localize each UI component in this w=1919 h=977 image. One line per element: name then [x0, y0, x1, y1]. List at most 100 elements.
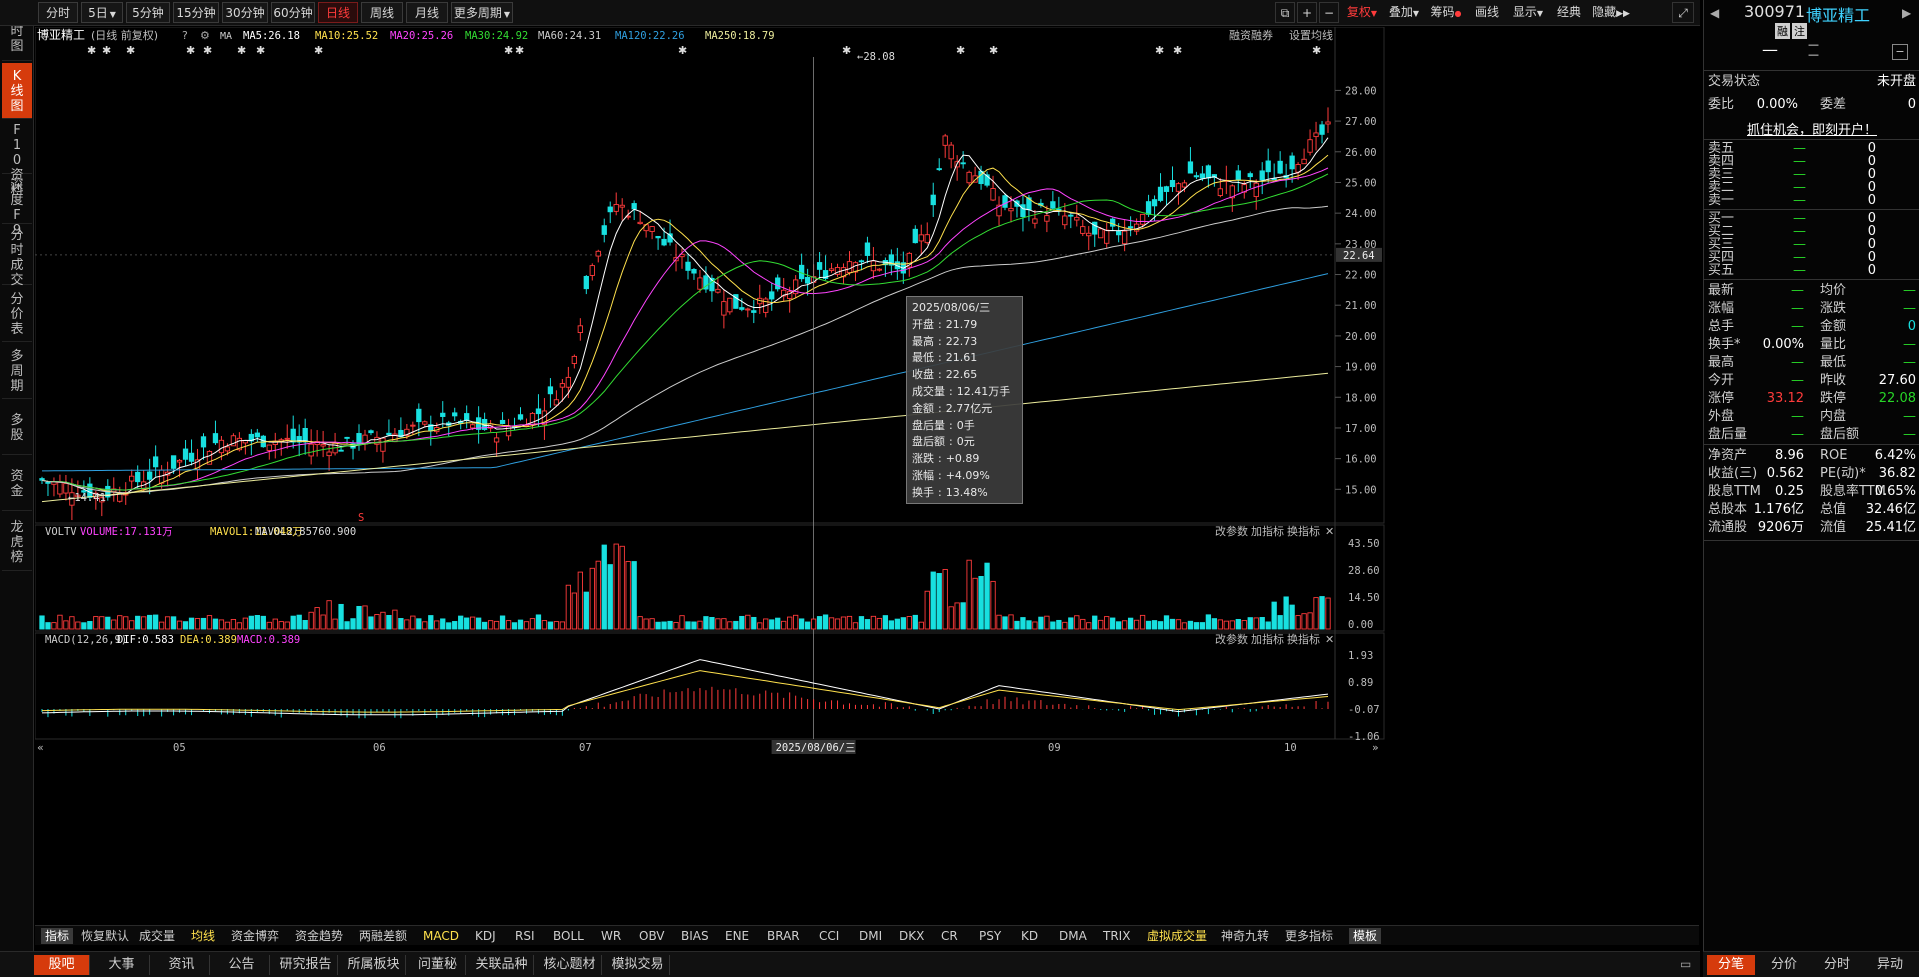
badge-margin: 融 — [1775, 23, 1790, 39]
left-tab-7[interactable]: 多股 — [2, 401, 32, 455]
tooltip-key: 收盘 — [912, 368, 934, 382]
indicator-2[interactable]: 成交量 — [139, 928, 175, 944]
indicator-18[interactable]: DKX — [899, 928, 924, 944]
bottom-tab-0[interactable]: 股吧 — [34, 955, 90, 975]
indicator-7[interactable]: MACD — [423, 928, 459, 944]
macd-title: MACD(12,26,9) — [45, 634, 127, 646]
bottom-tab-7[interactable]: 关联品种 — [470, 955, 534, 975]
tool-2[interactable]: 筹码● — [1426, 2, 1466, 23]
indicator-19[interactable]: CR — [941, 928, 958, 944]
quote-row: 外盘 — 内盘 — — [1708, 408, 1916, 425]
candle-up — [1044, 215, 1050, 222]
left-tab-1[interactable]: K线图 — [2, 63, 32, 119]
tool-5[interactable]: 经典 — [1550, 2, 1588, 23]
quote-tab-3[interactable]: 异动 — [1866, 955, 1914, 975]
candle-up — [966, 171, 972, 184]
tool-3[interactable]: 画线 — [1468, 2, 1506, 23]
indicator-10[interactable]: BOLL — [553, 928, 584, 944]
period-9[interactable]: 更多周期 ▼ — [451, 2, 513, 23]
bottom-tab-5[interactable]: 所属板块 — [342, 955, 406, 975]
bottom-tab-3[interactable]: 公告 — [214, 955, 270, 975]
macd-axis-label: 1.93 — [1348, 650, 1373, 662]
left-tab-9[interactable]: 龙虎榜 — [2, 513, 32, 571]
indicator-9[interactable]: RSI — [515, 928, 535, 944]
quote-label: 量比 — [1820, 337, 1847, 352]
period-7[interactable]: 周线 — [361, 2, 403, 23]
indicator-17[interactable]: DMI — [859, 928, 882, 944]
quote-value: 36.82 — [1878, 466, 1916, 481]
period-label: 分时 — [45, 6, 70, 20]
indicator-14[interactable]: ENE — [725, 928, 749, 944]
indicator-22[interactable]: DMA — [1059, 928, 1087, 944]
indicator-1[interactable]: 恢复默认 — [81, 928, 129, 944]
indicator-8[interactable]: KDJ — [475, 928, 496, 944]
bottom-tab-1[interactable]: 大事 — [94, 955, 150, 975]
period-6[interactable]: 日线 — [318, 2, 358, 23]
bottom-tab-9[interactable]: 模拟交易 — [606, 955, 670, 975]
candle-up — [266, 444, 272, 451]
volume-bar-up — [206, 615, 213, 630]
indicator-27[interactable]: 模板 — [1349, 928, 1382, 944]
next-stock-icon[interactable]: ▶ — [1902, 6, 1911, 20]
minus-icon[interactable]: − — [1319, 2, 1339, 23]
period-8[interactable]: 月线 — [406, 2, 448, 23]
copy-icon[interactable]: ⧉ — [1275, 2, 1295, 23]
quote-tab-2[interactable]: 分时 — [1813, 955, 1861, 975]
candle-down — [182, 448, 189, 460]
period-1[interactable]: 5日 ▼ — [81, 2, 123, 23]
indicator-5[interactable]: 资金趋势 — [295, 928, 343, 944]
volume-bar-down — [1319, 596, 1325, 630]
left-tab-4[interactable]: 分时成交 — [2, 226, 32, 288]
bottom-tab-2[interactable]: 资讯 — [154, 955, 210, 975]
bottom-tab-6[interactable]: 问董秘 — [410, 955, 466, 975]
period-3[interactable]: 15分钟 — [173, 2, 219, 23]
indicator-15[interactable]: BRAR — [767, 928, 800, 944]
fullscreen-icon[interactable]: ⤢ — [1672, 2, 1694, 23]
left-tab-5[interactable]: 分价表 — [2, 287, 32, 342]
indicator-13[interactable]: BIAS — [681, 928, 709, 944]
plus-icon[interactable]: + — [1297, 2, 1317, 23]
quote-row: 股息TTM 0.25 股息率TTM 0.65% — [1708, 483, 1916, 500]
indicator-26[interactable]: 更多指标 — [1285, 928, 1333, 944]
indicator-16[interactable]: CCI — [819, 928, 839, 944]
candle-down — [1050, 201, 1056, 209]
prev-stock-icon[interactable]: ◀ — [1710, 6, 1719, 20]
left-tab-3[interactable]: 深度F9 — [2, 176, 32, 238]
open-account-link[interactable]: 抓住机会，即刻开户！ — [1704, 119, 1919, 138]
expand-icon[interactable]: ▭ — [1680, 957, 1691, 971]
quote-tab-1[interactable]: 分价 — [1760, 955, 1808, 975]
collapse-icon[interactable]: − — [1892, 44, 1908, 60]
indicator-21[interactable]: KD — [1021, 928, 1038, 944]
candle-down — [440, 412, 446, 417]
indicator-20[interactable]: PSY — [979, 928, 1001, 944]
tool-4[interactable]: 显示▼ — [1508, 2, 1548, 23]
candle-up — [1313, 132, 1319, 138]
tool-0[interactable]: 复权▼ — [1342, 2, 1382, 23]
indicator-11[interactable]: WR — [601, 928, 621, 944]
volume-bar-down — [290, 615, 296, 630]
indicator-0[interactable]: 指标 — [41, 928, 74, 944]
indicator-23[interactable]: TRIX — [1103, 928, 1130, 944]
volume-bar-up — [571, 592, 577, 630]
left-tab-2[interactable]: F10资料 — [2, 121, 32, 198]
bottom-tab-4[interactable]: 研究报告 — [274, 955, 338, 975]
tool-6[interactable]: 隐藏▶▶ — [1590, 2, 1632, 23]
bottom-tab-8[interactable]: 核心题材 — [538, 955, 602, 975]
period-4[interactable]: 30分钟 — [222, 2, 268, 23]
period-0[interactable]: 分时 — [38, 2, 78, 23]
quote-tab-0[interactable]: 分笔 — [1707, 955, 1755, 975]
indicator-24[interactable]: 虚拟成交量 — [1147, 928, 1207, 944]
indicator-12[interactable]: OBV — [639, 928, 665, 944]
period-2[interactable]: 5分钟 — [126, 2, 170, 23]
left-tab-8[interactable]: 资金 — [2, 457, 32, 511]
indicator-6[interactable]: 两融差额 — [359, 928, 407, 944]
left-tab-6[interactable]: 多周期 — [2, 344, 32, 399]
period-5[interactable]: 60分钟 — [271, 2, 315, 23]
indicator-25[interactable]: 神奇九转 — [1221, 928, 1269, 944]
indicator-4[interactable]: 资金博弈 — [231, 928, 279, 944]
tool-1[interactable]: 叠加▼ — [1384, 2, 1424, 23]
event-star-icon: ✱ — [842, 44, 851, 57]
kline-chart[interactable]: 博亚精工 (日线 前复权)? ⚙ MA MA5:26.18 MA10:25.52 MA20:… — [35, 27, 1699, 925]
indicator-3[interactable]: 均线 — [191, 928, 215, 944]
price-tick-label: 21.00 — [1345, 300, 1377, 312]
